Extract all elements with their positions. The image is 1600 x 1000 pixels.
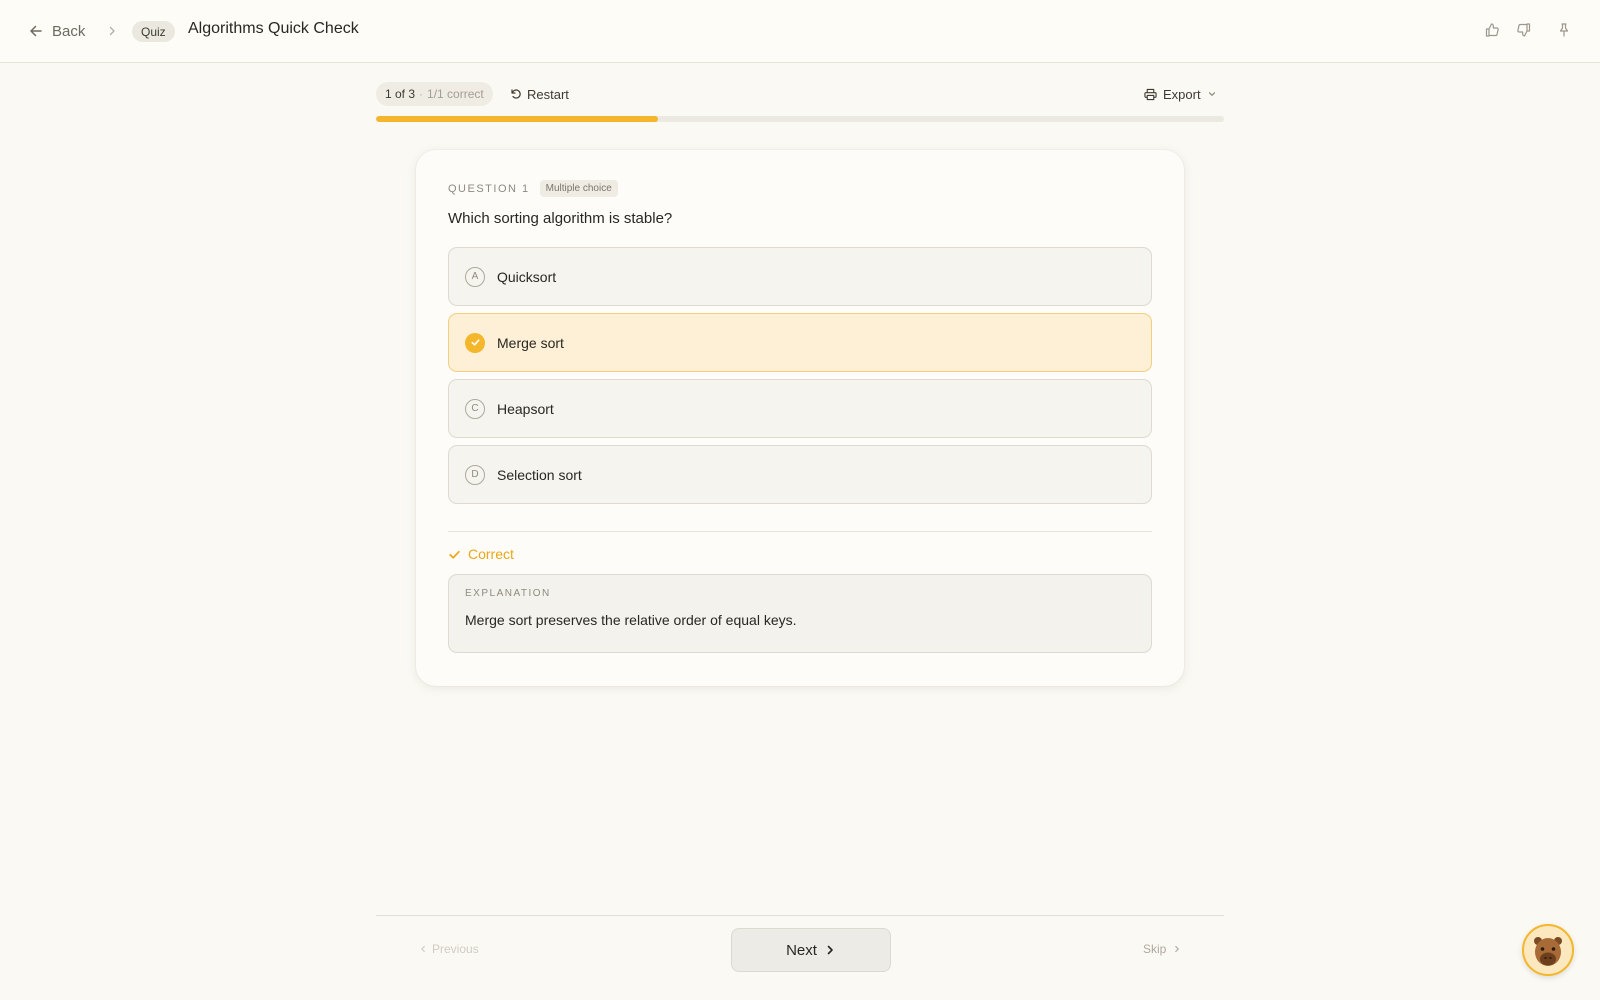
chevron-right-icon bbox=[827, 945, 833, 955]
question-position: 1 of 3 bbox=[385, 87, 416, 101]
question-progress-pill: 1 of 3 · 1/1 correct bbox=[376, 82, 493, 106]
check-icon bbox=[449, 550, 460, 559]
answer-option-d[interactable]: D Selection sort bbox=[448, 445, 1152, 504]
chevron-down-icon bbox=[1208, 92, 1215, 96]
rotate-ccw-icon bbox=[511, 89, 521, 99]
answer-option-c[interactable]: C Heapsort bbox=[448, 379, 1152, 438]
option-letter-badge: D bbox=[465, 464, 485, 485]
restart-label: Restart bbox=[527, 86, 569, 102]
chevron-left-icon bbox=[421, 945, 425, 953]
score-text: 1/1 correct bbox=[427, 87, 484, 101]
card-divider bbox=[448, 531, 1152, 532]
explanation-box: EXPLANATION Merge sort preserves the rel… bbox=[448, 574, 1152, 653]
printer-icon bbox=[1144, 88, 1157, 100]
explanation-text: Merge sort preserves the relative order … bbox=[465, 612, 797, 628]
question-number: QUESTION 1 bbox=[448, 182, 530, 195]
header-actions bbox=[1484, 22, 1574, 40]
question-meta: QUESTION 1 Multiple choice bbox=[448, 180, 618, 197]
answer-result: Correct bbox=[448, 546, 514, 562]
arrow-left-icon bbox=[30, 25, 42, 37]
progress-bar bbox=[376, 116, 1224, 122]
option-letter-badge: C bbox=[465, 398, 485, 419]
back-button[interactable]: Back bbox=[28, 19, 85, 43]
chevron-right-icon bbox=[1175, 945, 1180, 953]
next-button[interactable]: Next bbox=[731, 928, 891, 972]
skip-button[interactable]: Skip bbox=[1143, 942, 1182, 956]
progress-bar-fill bbox=[376, 116, 659, 122]
result-status: Correct bbox=[468, 546, 514, 562]
check-circle-icon bbox=[465, 332, 485, 353]
capybara-avatar-icon[interactable] bbox=[1522, 924, 1574, 976]
breadcrumb-chevron-icon bbox=[106, 24, 118, 42]
option-text: Quicksort bbox=[497, 268, 557, 285]
pill-separator: · bbox=[419, 87, 424, 101]
option-text: Merge sort bbox=[497, 334, 564, 351]
question-text: Which sorting algorithm is stable? bbox=[448, 210, 673, 227]
previous-button[interactable]: Previous bbox=[418, 942, 479, 956]
quiz-type-chip: Quiz bbox=[132, 21, 175, 42]
footer-divider bbox=[376, 915, 1224, 916]
export-label: Export bbox=[1163, 86, 1201, 102]
export-dropdown-button[interactable]: Export bbox=[1144, 84, 1217, 104]
skip-label: Skip bbox=[1143, 942, 1167, 956]
answer-option-a[interactable]: A Quicksort bbox=[448, 247, 1152, 306]
next-label: Next bbox=[786, 941, 817, 959]
explanation-label: EXPLANATION bbox=[465, 588, 551, 599]
pin-icon[interactable] bbox=[1556, 22, 1574, 40]
question-card: QUESTION 1 Multiple choice Which sorting… bbox=[416, 150, 1184, 686]
restart-button[interactable]: Restart bbox=[510, 84, 569, 104]
page-title: Algorithms Quick Check bbox=[188, 20, 359, 37]
top-bar: Back Quiz Algorithms Quick Check bbox=[0, 0, 1600, 63]
question-type-badge: Multiple choice bbox=[539, 180, 618, 197]
thumbs-down-icon[interactable] bbox=[1516, 22, 1534, 40]
option-letter-badge: A bbox=[465, 266, 485, 287]
previous-label: Previous bbox=[432, 942, 479, 956]
thumbs-up-icon[interactable] bbox=[1484, 22, 1502, 40]
answer-option-b[interactable]: Merge sort bbox=[448, 313, 1152, 372]
back-label: Back bbox=[52, 22, 86, 40]
option-text: Heapsort bbox=[497, 400, 554, 417]
option-text: Selection sort bbox=[497, 466, 582, 483]
